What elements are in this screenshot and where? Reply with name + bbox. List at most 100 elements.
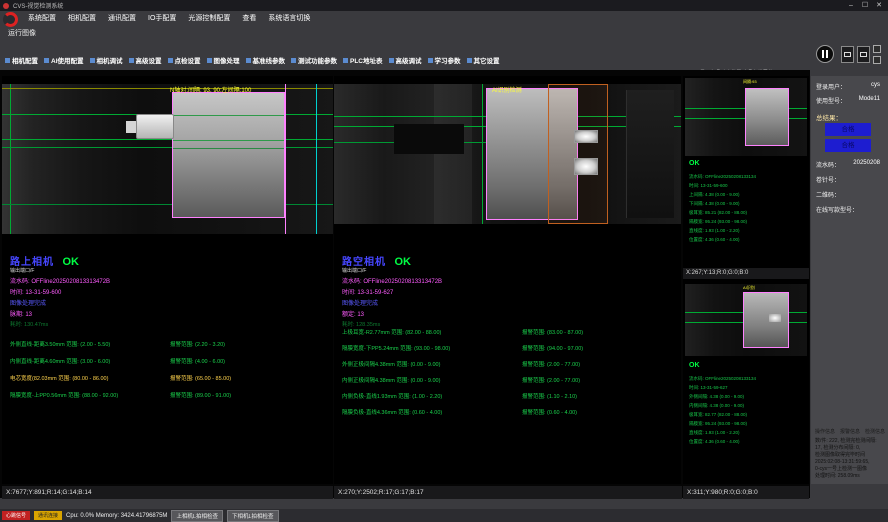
title-bar: CVS-视觉检测系统 – ☐ ✕ bbox=[0, 0, 888, 11]
alarm-range: 报警范围: (2.20 - 3.20) bbox=[170, 340, 225, 348]
camera-b-button[interactable] bbox=[857, 46, 870, 63]
tab-item[interactable]: 其它设置 bbox=[464, 54, 503, 66]
thumb-data-line: 极耳宽: 82.77 (82.00 - 88.00) bbox=[689, 410, 807, 419]
camera-icon bbox=[844, 52, 851, 57]
tab-label: 高级调试 bbox=[396, 55, 422, 65]
measurement-value: 隔膜负极-直线4.36mm 范围: (0.60 - 4.00) bbox=[342, 408, 442, 416]
tab-label: AI使用配置 bbox=[51, 55, 84, 65]
measurement-value: 外侧直线-距离3.50mm 范围: (2.00 - 5.50) bbox=[10, 340, 110, 348]
tab-item[interactable]: 点检设置 bbox=[165, 54, 204, 66]
alarm-range: 报警范围: (1.10 - 2.10) bbox=[522, 392, 577, 400]
tab-item[interactable]: PLC地址表 bbox=[340, 54, 386, 66]
tab-label: 其它设置 bbox=[474, 55, 500, 65]
alarm-range: 报警范围: (2.00 - 77.00) bbox=[522, 360, 580, 368]
log-lines: 数/件: 222, 检测完检测间隔:17, 检测分布间隔: 0,检测图像取得完毕… bbox=[815, 438, 885, 480]
result-box: 合格 bbox=[825, 139, 871, 152]
menu-bar: 系统配置相机配置通讯配置IO手配置光源控制配置查看系统语言切换 bbox=[22, 11, 882, 24]
thumb-data-line: 时间: 13-31-59-600 bbox=[689, 181, 807, 190]
thumb-data-line: 内侧间隔: 4.38 (0.00 - 9.00) bbox=[689, 401, 807, 410]
measure-line-magenta bbox=[285, 84, 286, 234]
menu-item[interactable]: 系统配置 bbox=[22, 13, 62, 23]
alarm-range: 报警范围: (83.00 - 87.00) bbox=[522, 328, 583, 336]
tab-item[interactable]: 相机配置 bbox=[2, 54, 41, 66]
tab-bullet-icon bbox=[90, 58, 95, 63]
log-tab[interactable]: 检测信息 bbox=[865, 428, 885, 435]
tab-item[interactable]: 相机调试 bbox=[87, 54, 126, 66]
measurement-row: 外侧正极间隔4.38mm 范围: (0.00 - 9.00) 报警范围: (2.… bbox=[334, 360, 681, 376]
measurement-row: 外侧直线-距离3.50mm 范围: (2.00 - 5.50) 报警范围: (2… bbox=[2, 340, 333, 357]
tab-item[interactable]: 测试功能参数 bbox=[288, 54, 340, 66]
brand-logo-icon bbox=[3, 12, 18, 27]
tab-bullet-icon bbox=[129, 58, 134, 63]
thumb-data-line: 位置度: 4.36 (0.60 - 4.00) bbox=[689, 235, 807, 244]
tab-item[interactable]: AI使用配置 bbox=[41, 54, 87, 66]
model-select[interactable]: Mode11 bbox=[859, 96, 880, 105]
close-icon[interactable]: ✕ bbox=[872, 0, 886, 11]
thumb-data-line: 流水码: OFFline20250208133134 bbox=[689, 172, 807, 181]
thumbnail-top-image[interactable]: 间隔:93 bbox=[685, 78, 807, 156]
tab-item[interactable]: 图像处理 bbox=[204, 54, 243, 66]
period-text: 额定: 13 bbox=[342, 309, 364, 318]
tab-bullet-icon bbox=[291, 58, 296, 63]
log-line: 处理时间: 258.09ms bbox=[815, 473, 885, 480]
lower-camera-check-button[interactable]: 下相机L拍相检查 bbox=[227, 510, 279, 522]
cell-block bbox=[745, 88, 789, 146]
menu-item[interactable]: 查看 bbox=[236, 13, 262, 23]
alarm-range: 报警范围: (2.00 - 77.00) bbox=[522, 376, 580, 384]
roi-rectangle bbox=[548, 84, 608, 224]
minimize-icon[interactable]: – bbox=[844, 0, 858, 11]
log-tab[interactable]: 操作信息 bbox=[815, 428, 835, 435]
tab-bar: 相机配置 AI使用配置相机调试高级设置点检设置图像处理基准线参数测试功能参数PLC… bbox=[2, 52, 503, 68]
user-row: 登录用户： cys bbox=[816, 82, 884, 91]
log-tab[interactable]: 报警信息 bbox=[840, 428, 860, 435]
alarm-range: 报警范围: (0.60 - 4.00) bbox=[522, 408, 577, 416]
status-text: 图像处理完成 bbox=[342, 298, 378, 307]
model-label: 使用型号： bbox=[816, 96, 846, 105]
camera-a-button[interactable] bbox=[841, 46, 854, 63]
tab-item[interactable]: 高级设置 bbox=[126, 54, 165, 66]
hint-text: 耗时: 130.47ms bbox=[10, 320, 48, 328]
tab-bullet-icon bbox=[168, 58, 173, 63]
camera-image-left[interactable]: N轴对:间隔: 93. 90:左间隔:100 bbox=[2, 84, 333, 234]
thumb-data-line: 上间隔: 4.38 (0.00 - 9.00) bbox=[689, 190, 807, 199]
gear-icon[interactable] bbox=[873, 56, 881, 64]
thumbnail-bottom-image[interactable]: AI识别 bbox=[685, 284, 807, 356]
thumb-overlay-text: AI识别 bbox=[743, 285, 755, 291]
maximize-icon[interactable]: ☐ bbox=[858, 0, 872, 11]
tool-icon[interactable] bbox=[873, 45, 881, 53]
menu-item[interactable]: 通讯配置 bbox=[102, 13, 142, 23]
tab-highlight bbox=[769, 314, 781, 322]
menu-item[interactable]: IO手配置 bbox=[142, 13, 182, 23]
thumb-data-line: 位置度: 4.36 (0.60 - 4.00) bbox=[689, 437, 807, 446]
thumb-data-lines: 流水码: OFFline20250208133134时间: 13-31-59-6… bbox=[689, 374, 807, 446]
serial-text: 流水码: OFFline2025020813313472B bbox=[342, 276, 442, 285]
tab-item[interactable]: 基准线参数 bbox=[243, 54, 289, 66]
upper-camera-check-button[interactable]: 上相机L拍相检查 bbox=[171, 510, 223, 522]
measure-line-cyan bbox=[316, 84, 317, 234]
camera-image-right[interactable]: AI识别检测 bbox=[334, 84, 681, 224]
alarm-range: 报警范围: (94.00 - 97.00) bbox=[522, 344, 583, 352]
image-icon bbox=[860, 52, 867, 57]
measurement-row: 内侧负极-直线1.93mm 范围: (1.00 - 2.20) 报警范围: (1… bbox=[334, 392, 681, 408]
menu-item[interactable]: 系统语言切换 bbox=[262, 13, 316, 23]
tab-item[interactable]: 高级调试 bbox=[386, 54, 425, 66]
thumb-data-line: 直线度: 1.93 (1.00 - 2.20) bbox=[689, 226, 807, 235]
menu-item[interactable]: 光源控制配置 bbox=[182, 13, 236, 23]
serial-row: 流水码： 20250208 bbox=[816, 160, 884, 169]
tab-bullet-icon bbox=[389, 58, 394, 63]
status-bar: 心跳信号 通讯连接 Cpu: 0.0% Memory: 3424.4179687… bbox=[0, 509, 888, 522]
pause-button[interactable] bbox=[816, 45, 834, 63]
menu-item[interactable]: 相机配置 bbox=[62, 13, 102, 23]
total-result-label: 总结果： bbox=[816, 112, 842, 122]
time-text: 时间: 13-31-59-627 bbox=[342, 287, 393, 296]
total-result-boxes: 合格合格 bbox=[825, 123, 871, 152]
overlay-ai-text: AI识别检测 bbox=[492, 85, 522, 94]
thumb-data-line: 外侧间隔: 4.38 (0.00 - 9.00) bbox=[689, 392, 807, 401]
measurement-row: 隔膜宽度-上PP0.56mm 范围: (88.00 - 92.00) 报警范围:… bbox=[2, 391, 333, 408]
online-model-row: 在线写款型号： bbox=[816, 205, 884, 214]
thumb-data-line: 隔膜宽: 95.24 (93.00 - 98.00) bbox=[689, 217, 807, 226]
tab-item[interactable]: 学习参数 bbox=[425, 54, 464, 66]
result-box: 合格 bbox=[825, 123, 871, 136]
app-window: CVS-视觉检测系统 – ☐ ✕ 系统配置相机配置通讯配置IO手配置光源控制配置… bbox=[0, 0, 888, 522]
thumb-data-line: 时间: 13-31-59-627 bbox=[689, 383, 807, 392]
